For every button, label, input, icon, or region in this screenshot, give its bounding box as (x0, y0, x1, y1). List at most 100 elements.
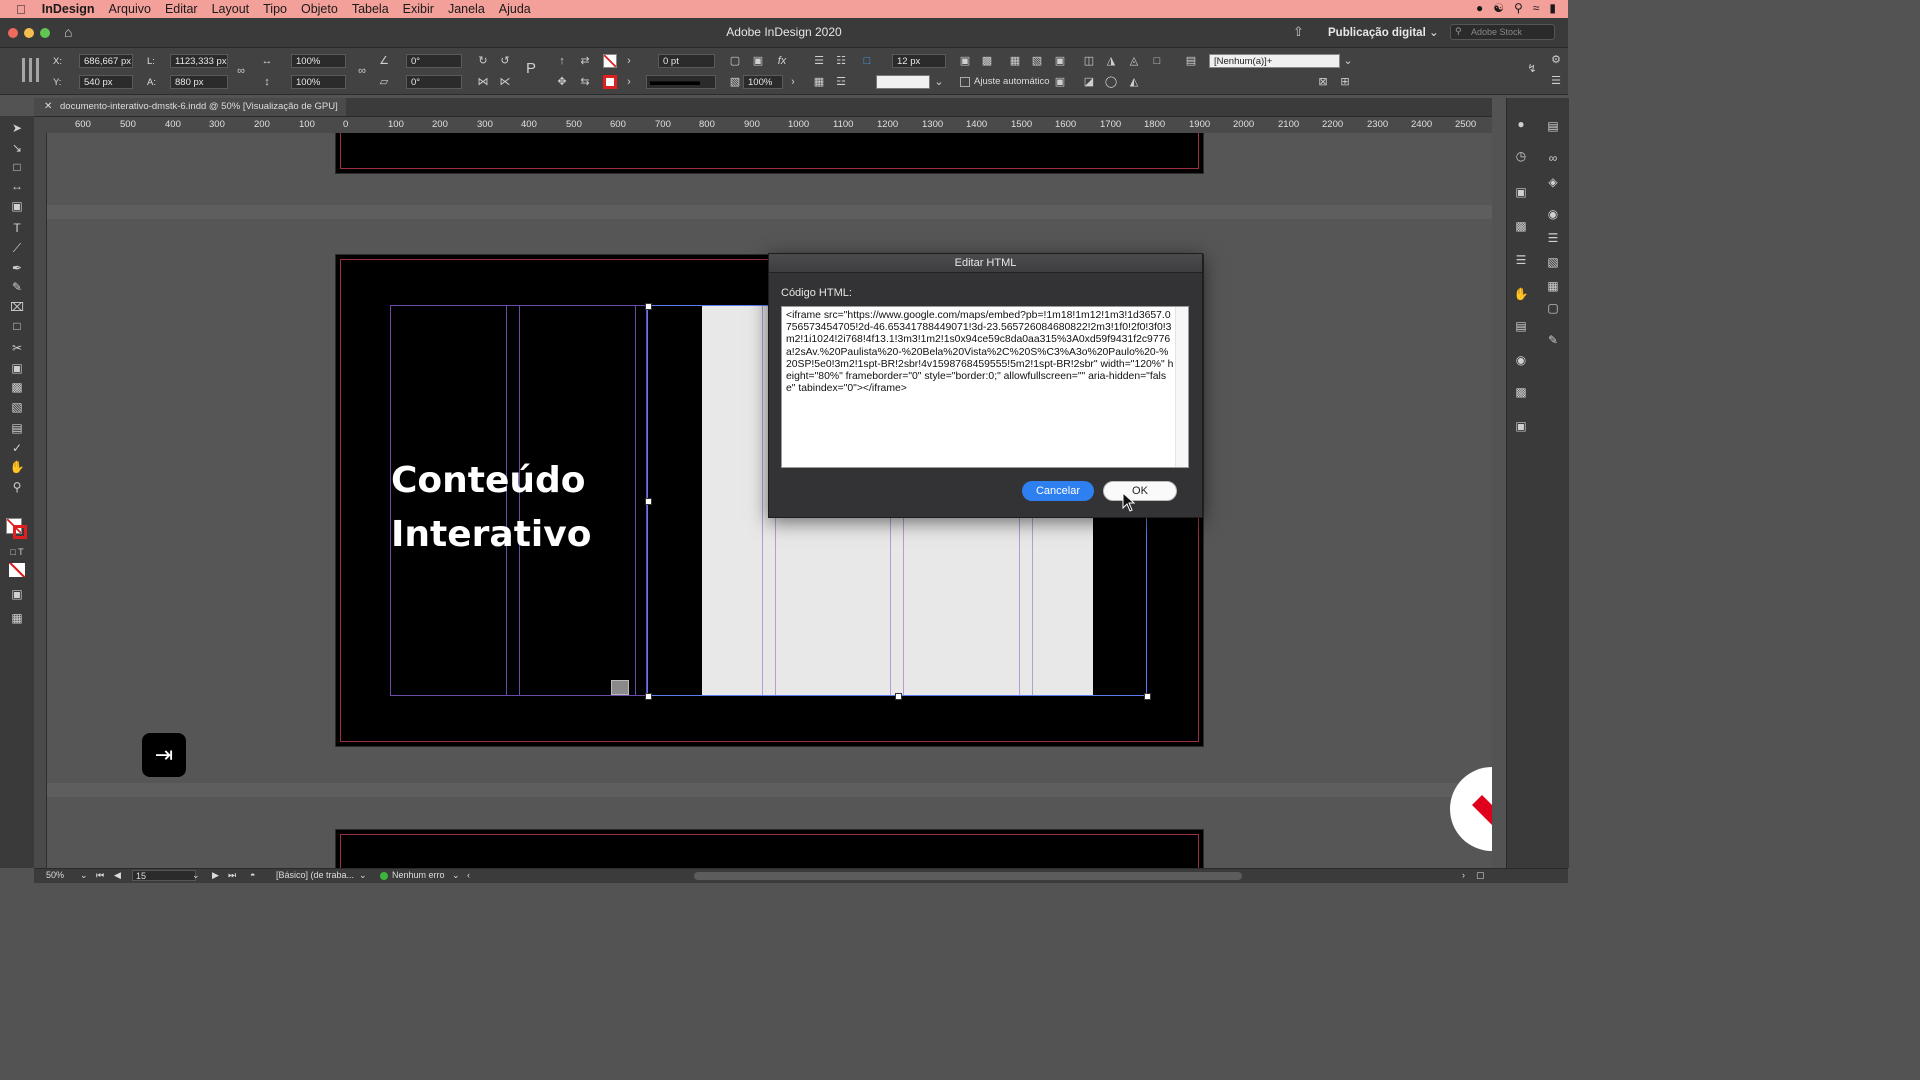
html-code-textarea[interactable]: <iframe src="https://www.google.com/maps… (781, 306, 1189, 468)
previous-page-icon[interactable]: ◀ (114, 870, 121, 881)
fit-proportional-icon[interactable]: ▧ (1030, 54, 1044, 68)
menu-tabela[interactable]: Tabela (352, 2, 389, 16)
workspace-switcher[interactable]: Publicação digital ⌄ (1328, 25, 1439, 39)
align-right-icon[interactable]: ◬ (1127, 54, 1141, 68)
menu-exibir[interactable]: Exibir (403, 2, 434, 16)
preflight-profile[interactable]: [Básico] (de traba... (276, 870, 354, 880)
share-icon[interactable]: ⇧ (1293, 24, 1304, 40)
text-frame[interactable]: Conteúdo Interativo (390, 305, 647, 696)
menu-objeto[interactable]: Objeto (301, 2, 338, 16)
fit-content-icon[interactable]: ▩ (980, 54, 994, 68)
eyedropper-tool-icon[interactable]: ✓ (9, 440, 25, 456)
chevron-right-icon[interactable]: › (1462, 870, 1465, 880)
text-wrap-jump-icon[interactable]: ☲ (834, 75, 848, 89)
align-center-icon[interactable]: ◮ (1104, 54, 1118, 68)
flip-vertical-icon[interactable]: ⋉ (498, 75, 512, 89)
rectangle-frame-tool-icon[interactable]: ⌧ (9, 299, 25, 315)
chevron-right-icon[interactable]: › (622, 54, 636, 68)
menu-janela[interactable]: Janela (448, 2, 485, 16)
opacity-field[interactable]: 100% (743, 75, 783, 89)
expand-icon[interactable]: ▢ (1476, 870, 1485, 881)
page-transitions-panel-icon[interactable]: ▩ (1513, 384, 1529, 400)
selection-handle[interactable] (1144, 693, 1151, 700)
chevron-down-icon[interactable]: ⌄ (452, 870, 460, 881)
stroke-color-swatch[interactable] (13, 525, 27, 539)
close-tab-icon[interactable]: ✕ (44, 101, 52, 112)
lightning-icon[interactable]: ↯ (1525, 62, 1539, 76)
last-page-icon[interactable]: ⏭ (228, 870, 236, 881)
menu-app-name[interactable]: InDesign (42, 2, 95, 16)
gear-icon[interactable]: ⚙ (1549, 53, 1563, 67)
chevron-down-icon[interactable]: ⌄ (1341, 54, 1355, 68)
apply-none-icon[interactable] (9, 563, 25, 577)
object-style-select[interactable]: [Nenhum(a)]+ (1209, 54, 1340, 68)
selection-handle[interactable] (895, 693, 902, 700)
pages-panel-icon[interactable]: ▤ (1545, 118, 1561, 134)
chevron-down-icon[interactable]: ⌄ (192, 870, 200, 881)
shear-angle-field[interactable]: 0° (406, 75, 462, 89)
tab-arrow-icon[interactable]: ⇥ (142, 733, 186, 777)
buttons-panel-icon[interactable]: ✋ (1513, 286, 1529, 302)
text-wrap-box-icon[interactable]: ☷ (834, 54, 848, 68)
swatches-panel-icon[interactable]: ◉ (1545, 206, 1561, 222)
wifi-icon[interactable]: ≈ (1533, 1, 1540, 15)
effects-square-icon[interactable]: ▣ (751, 54, 765, 68)
preview-mode-icon[interactable]: ▦ (9, 610, 25, 626)
content-frame-icon[interactable]: ▣ (1053, 75, 1067, 89)
page-next[interactable] (335, 829, 1204, 868)
p-icon[interactable]: P (524, 61, 538, 76)
corner-shape-select[interactable] (876, 75, 930, 89)
pathfinder-panel-icon[interactable]: ✎ (1545, 332, 1561, 348)
rectangle-tool-icon[interactable]: □ (9, 318, 25, 334)
line-tool-icon[interactable]: ⟋ (9, 240, 25, 256)
menu-ajuda[interactable]: Ajuda (499, 2, 531, 16)
auto-fit-checkbox[interactable] (960, 77, 970, 87)
align-bottom-icon[interactable]: ◭ (1127, 75, 1141, 89)
text-wrap-none-icon[interactable]: ☰ (812, 54, 826, 68)
select-previous-icon[interactable]: ⇄ (578, 54, 592, 68)
drop-shadow-icon[interactable]: ▢ (728, 54, 742, 68)
preview-panel-icon[interactable]: ◉ (1513, 352, 1529, 368)
menu-arquivo[interactable]: Arquivo (109, 2, 151, 16)
fx-icon[interactable]: fx (775, 54, 789, 68)
chevron-right-icon[interactable]: › (786, 75, 800, 89)
apple-icon[interactable]:  (16, 2, 26, 17)
properties-panel-icon[interactable]: ● (1513, 116, 1529, 132)
chevron-down-icon[interactable]: ⌄ (80, 870, 88, 881)
width-field[interactable]: 1123,333 px (170, 54, 228, 68)
text-wrap-shape-icon[interactable]: ▦ (812, 75, 826, 89)
center-content-icon[interactable]: ▣ (1053, 54, 1067, 68)
content-collector-icon[interactable]: ▣ (9, 198, 25, 214)
scale-x-field[interactable]: 100% (291, 54, 346, 68)
chevron-left-icon[interactable]: ‹ (467, 870, 470, 880)
chevron-down-icon[interactable]: ⌄ (359, 870, 367, 881)
reference-point-icon[interactable] (22, 58, 42, 82)
color-panel-icon[interactable]: ▦ (1545, 278, 1561, 294)
select-container-icon[interactable]: ↑ (555, 54, 569, 68)
height-field[interactable]: 880 px (170, 75, 228, 89)
type-tool-icon[interactable]: T (9, 220, 25, 236)
menu-editar[interactable]: Editar (165, 2, 198, 16)
rotate-clockwise-icon[interactable]: ↻ (476, 54, 490, 68)
selection-tool-icon[interactable]: ➤ (9, 120, 25, 136)
select-content-icon[interactable]: ✥ (555, 75, 569, 89)
selection-handle[interactable] (645, 498, 652, 505)
direct-selection-tool-icon[interactable]: ↘ (9, 140, 25, 156)
free-transform-tool-icon[interactable]: ▣ (9, 360, 25, 376)
adobe-stock-search[interactable]: ⚲ Adobe Stock (1450, 24, 1555, 40)
battery-icon[interactable]: ▮ (1549, 1, 1556, 15)
scale-y-field[interactable]: 100% (291, 75, 346, 89)
screen-mode-icon[interactable]: ▣ (9, 586, 25, 602)
liquid-layout-panel-icon[interactable]: ▣ (1513, 418, 1529, 434)
x-position-field[interactable]: 686,667 px (79, 54, 133, 68)
layers-panel-icon[interactable]: ◈ (1545, 174, 1561, 190)
stroke-type-select[interactable] (646, 75, 716, 89)
page-tool-icon[interactable]: □ (9, 159, 25, 175)
fit-frame-icon[interactable]: ▣ (958, 54, 972, 68)
page-number-field[interactable]: 15 (132, 870, 196, 881)
gradient-panel-icon[interactable]: ▧ (1545, 254, 1561, 270)
hyperlinks-panel-icon[interactable]: ▤ (1513, 318, 1529, 334)
panel-menu-icon[interactable]: ☰ (1549, 74, 1563, 88)
next-page-icon[interactable]: ▶ (212, 870, 219, 881)
links-panel-icon[interactable]: ∞ (1545, 150, 1561, 166)
